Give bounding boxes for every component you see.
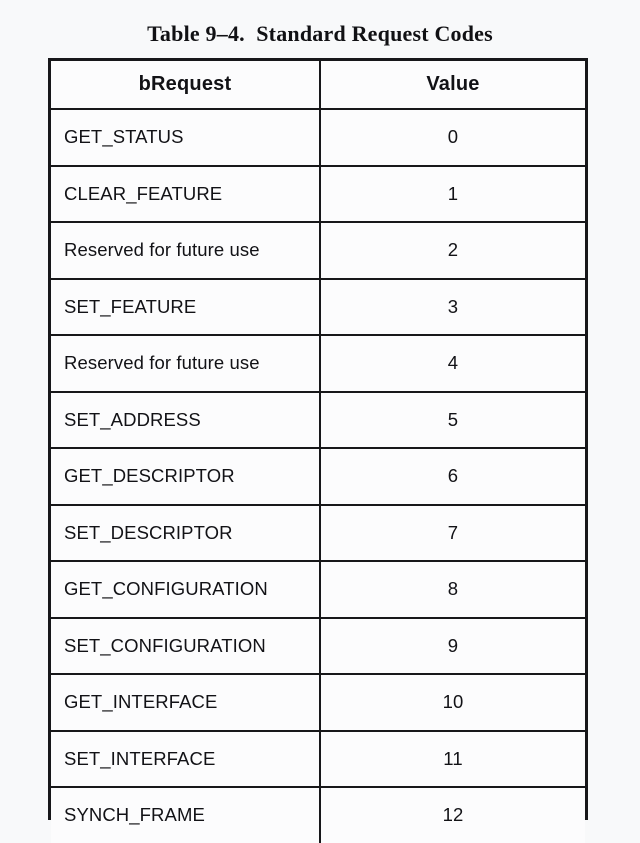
table-row: Reserved for future use 2 (51, 222, 585, 280)
cell-value: 3 (320, 278, 585, 336)
table-row: SYNCH_FRAME 12 (51, 787, 585, 843)
cell-brequest: Reserved for future use (51, 335, 321, 393)
cell-value: 9 (320, 617, 585, 675)
table-row: GET_CONFIGURATION 8 (51, 561, 585, 619)
cell-value: 5 (320, 391, 585, 449)
table-body: GET_STATUS 0 CLEAR_FEATURE 1 Reserved for fu… (51, 109, 585, 843)
cell-value: 8 (320, 561, 585, 619)
cell-value: 7 (320, 504, 585, 562)
table-row: CLEAR_FEATURE 1 (51, 165, 585, 223)
table-row: SET_DESCRIPTOR 7 (51, 504, 585, 562)
table-row: GET_DESCRIPTOR 6 (51, 448, 585, 506)
cell-brequest: GET_STATUS (51, 109, 321, 167)
cell-brequest: SET_INTERFACE (51, 730, 321, 788)
cell-value: 11 (320, 730, 585, 788)
cell-brequest: Reserved for future use (51, 222, 321, 280)
cell-value: 10 (320, 674, 585, 732)
cell-value: 0 (320, 109, 585, 167)
cell-value: 12 (320, 787, 585, 843)
table: bRequest Value GET_STATUS 0 CLEAR_FEATURE 1… (51, 61, 585, 843)
column-header-value: Value (320, 61, 585, 110)
cell-value: 1 (320, 165, 585, 223)
table-row: Reserved for future use 4 (51, 335, 585, 393)
document-page: Table 9–4. Standard Request Codes bReque… (0, 0, 640, 843)
table-header: bRequest Value (51, 61, 585, 110)
cell-brequest: SET_FEATURE (51, 278, 321, 336)
column-header-brequest: bRequest (51, 61, 321, 110)
cell-value: 4 (320, 335, 585, 393)
cell-brequest: GET_CONFIGURATION (51, 561, 321, 619)
cell-value: 6 (320, 448, 585, 506)
table-row: SET_CONFIGURATION 9 (51, 617, 585, 675)
table-row: GET_INTERFACE 10 (51, 674, 585, 732)
table-row: GET_STATUS 0 (51, 109, 585, 167)
cell-brequest: SYNCH_FRAME (51, 787, 321, 843)
table-row: SET_INTERFACE 11 (51, 730, 585, 788)
table-caption: Table 9–4. Standard Request Codes (147, 21, 493, 46)
table-row: SET_ADDRESS 5 (51, 391, 585, 449)
table-row: SET_FEATURE 3 (51, 278, 585, 336)
standard-request-codes-table: bRequest Value GET_STATUS 0 CLEAR_FEATURE 1… (48, 58, 588, 843)
cell-value: 2 (320, 222, 585, 280)
cell-brequest: SET_ADDRESS (51, 391, 321, 449)
cell-brequest: SET_CONFIGURATION (51, 617, 321, 675)
cell-brequest: SET_DESCRIPTOR (51, 504, 321, 562)
cell-brequest: CLEAR_FEATURE (51, 165, 321, 223)
cell-brequest: GET_DESCRIPTOR (51, 448, 321, 506)
table-header-row: bRequest Value (51, 61, 585, 110)
cell-brequest: GET_INTERFACE (51, 674, 321, 732)
